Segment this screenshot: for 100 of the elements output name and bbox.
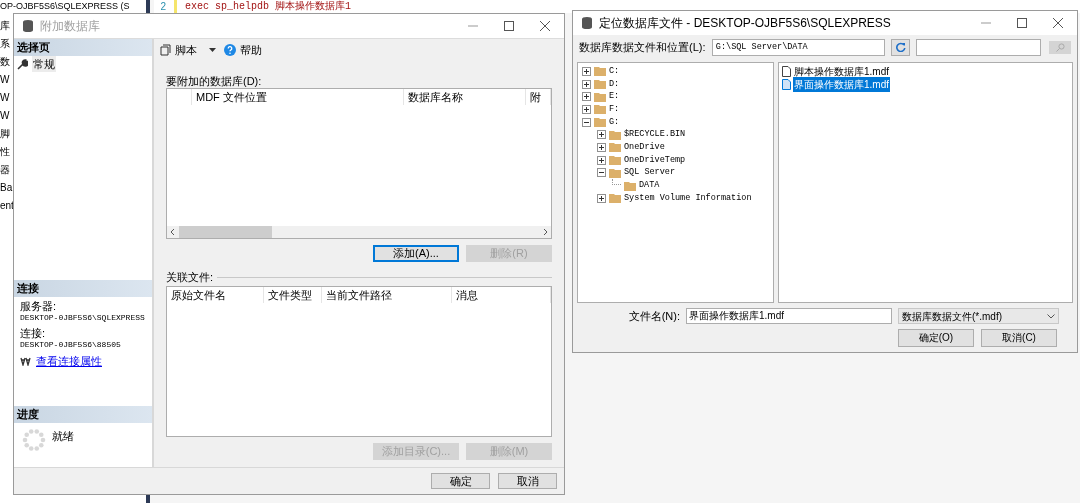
server-label: 服务器: xyxy=(20,301,58,312)
dialog-button[interactable]: 取消 xyxy=(498,473,557,489)
related-files-label: 关联文件: xyxy=(166,269,214,285)
folder-icon xyxy=(609,193,621,204)
file-icon xyxy=(782,79,791,90)
folder-item[interactable]: E: xyxy=(609,90,620,104)
databases-label: 要附加的数据库(D): xyxy=(166,75,263,88)
connection-label: 连接: xyxy=(20,328,47,339)
explorer-item: ent xyxy=(0,200,14,211)
folder-icon xyxy=(594,91,606,102)
file-item[interactable]: 脚本操作数据库1.mdf xyxy=(793,64,890,79)
maximize-icon[interactable] xyxy=(1017,18,1027,28)
script-icon xyxy=(160,44,171,56)
folder-item[interactable]: SQL Server xyxy=(624,166,675,180)
expand-toggle[interactable] xyxy=(582,79,591,89)
folder-item[interactable]: OneDriveTemp xyxy=(624,153,686,167)
file-icon xyxy=(782,66,791,77)
connection-name: DESKTOP-0JBF5S6\88505 xyxy=(20,339,122,350)
progress-status: 就绪 xyxy=(52,429,74,444)
dropdown-caret-icon[interactable] xyxy=(209,48,216,52)
column-header[interactable]: 消息 xyxy=(452,287,551,303)
folder-item[interactable]: System Volume Information xyxy=(624,191,752,205)
column-header[interactable]: 附 xyxy=(526,89,551,105)
database-icon xyxy=(22,19,34,33)
spinner-icon xyxy=(22,428,46,452)
explorer-item: W xyxy=(0,92,10,103)
folder-item[interactable]: C: xyxy=(609,64,620,78)
folder-item[interactable]: G: xyxy=(609,115,620,129)
connection-icon xyxy=(20,357,31,366)
server-name: DESKTOP-0JBF5S6\SQLEXPRESS xyxy=(20,312,146,323)
dialog-button[interactable]: 确定 xyxy=(431,473,490,489)
column-header[interactable]: 数据库名称 xyxy=(404,89,526,105)
folder-icon xyxy=(594,104,606,115)
explorer-title: OP-OJBF5S6\SQLEXPRESS (S xyxy=(0,0,130,12)
folder-item[interactable]: DATA xyxy=(639,179,660,192)
wrench-icon xyxy=(17,58,28,70)
database-icon xyxy=(581,16,593,30)
help-button[interactable]: 帮助 xyxy=(240,41,262,59)
file-item[interactable]: 界面操作数据库1.mdf xyxy=(793,77,890,92)
explorer-item: 脚 xyxy=(0,128,10,139)
location-label: 数据库数据文件和位置(L): xyxy=(579,39,706,55)
line-number: 2 xyxy=(159,1,166,12)
location-field[interactable]: G:\SQL Server\DATA xyxy=(711,38,886,56)
explorer-item: 数 xyxy=(0,56,10,67)
collapse-toggle[interactable] xyxy=(597,168,606,178)
explorer-item: W xyxy=(0,74,10,85)
explorer-item: 器 xyxy=(0,164,10,175)
expand-toggle[interactable] xyxy=(597,130,606,140)
folder-icon xyxy=(609,142,621,153)
section-header: 进度 xyxy=(14,406,152,423)
explorer-item: W xyxy=(0,110,10,121)
explorer-item: 系 xyxy=(0,38,10,49)
dialog-button[interactable]: 添加(A)... xyxy=(373,245,459,262)
collapse-toggle[interactable] xyxy=(582,117,591,127)
window-title: 附加数据库 xyxy=(40,18,100,35)
explorer-item: Ba xyxy=(0,182,13,193)
expand-toggle[interactable] xyxy=(597,142,606,152)
folder-icon xyxy=(594,66,606,77)
expand-toggle[interactable] xyxy=(582,92,591,102)
close-icon[interactable] xyxy=(1053,18,1063,28)
dialog-button[interactable]: 取消(C) xyxy=(981,329,1057,347)
refresh-icon xyxy=(895,42,906,52)
section-header: 选择页 xyxy=(14,39,152,56)
folder-icon xyxy=(594,79,606,90)
expand-toggle[interactable] xyxy=(582,104,591,114)
refresh-button[interactable] xyxy=(891,38,911,56)
folder-icon xyxy=(609,155,621,166)
horizontal-scrollbar[interactable] xyxy=(167,226,551,238)
filename-field[interactable]: 界面操作数据库1.mdf xyxy=(686,308,892,324)
explorer-item: 性 xyxy=(0,146,10,157)
folder-item[interactable]: F: xyxy=(609,103,620,116)
folder-icon xyxy=(594,117,606,128)
script-button[interactable]: 脚本 xyxy=(175,41,197,59)
maximize-icon[interactable] xyxy=(504,21,514,31)
expand-toggle[interactable] xyxy=(582,66,591,76)
search-field[interactable] xyxy=(916,38,1042,56)
search-icon xyxy=(1055,42,1065,52)
folder-item[interactable]: OneDrive xyxy=(624,141,665,154)
scrollbar-thumb[interactable] xyxy=(179,226,272,238)
view-connection-properties-link[interactable]: 查看连接属性 xyxy=(36,356,102,367)
close-icon[interactable] xyxy=(540,21,550,31)
filename-label: 文件名(N): xyxy=(627,308,680,324)
column-header[interactable]: 原始文件名 xyxy=(167,287,264,303)
dialog-button[interactable]: 确定(O) xyxy=(898,329,974,347)
column-header[interactable]: 当前文件路径 xyxy=(322,287,452,303)
expand-toggle[interactable] xyxy=(597,193,606,203)
folder-item[interactable]: D: xyxy=(609,77,620,91)
help-icon xyxy=(224,44,236,56)
folder-icon xyxy=(609,129,621,140)
section-header: 连接 xyxy=(14,280,152,297)
folder-icon xyxy=(624,180,636,191)
explorer-item: 库 xyxy=(0,20,10,31)
column-header[interactable]: MDF 文件位置 xyxy=(192,89,404,105)
window-title: 定位数据库文件 - DESKTOP-OJBF5S6\SQLEXPRESS xyxy=(599,15,891,32)
column-header[interactable]: 文件类型 xyxy=(264,287,322,303)
folder-item[interactable]: $RECYCLE.BIN xyxy=(624,128,686,142)
chevron-down-icon xyxy=(1047,313,1055,319)
expand-toggle[interactable] xyxy=(597,155,606,165)
folder-icon xyxy=(609,167,621,178)
file-type-dropdown[interactable]: 数据库数据文件(*.mdf) xyxy=(898,308,1059,324)
